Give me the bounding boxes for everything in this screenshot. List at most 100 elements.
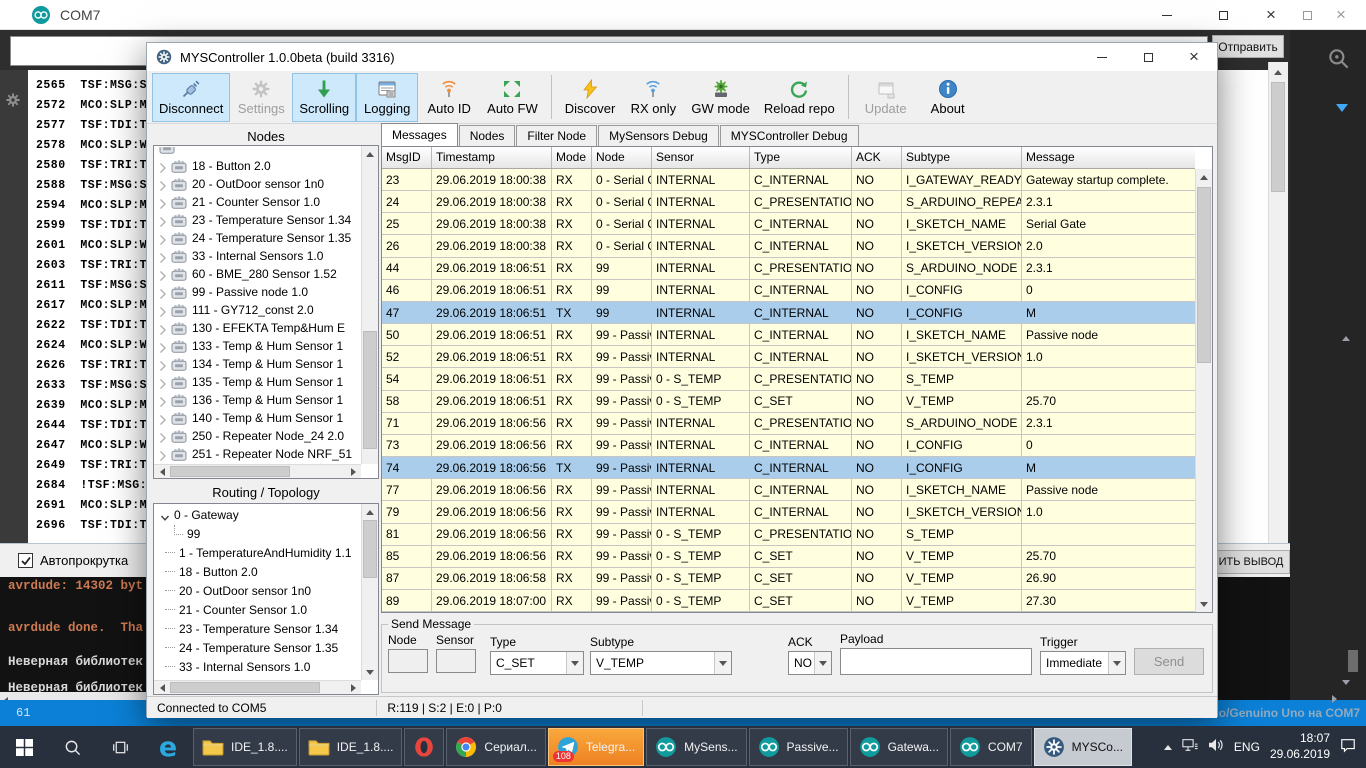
chevron-down-icon[interactable] xyxy=(1336,104,1348,112)
table-row-msg-26[interactable]: 2629.06.2019 18:00:38RX0 - Serial GINTER… xyxy=(382,235,1195,257)
scroll-up-icon[interactable] xyxy=(1342,336,1350,341)
table-row-msg-81[interactable]: 8129.06.2019 18:06:56RX99 - Passiv0 - S_… xyxy=(382,524,1195,546)
routing-item-99[interactable]: 99 xyxy=(155,524,360,543)
com7-minimize-button[interactable] xyxy=(1152,6,1182,23)
column-header-node[interactable]: Node xyxy=(592,147,652,168)
table-vscrollbar[interactable] xyxy=(1195,169,1212,612)
table-row-msg-24[interactable]: 2429.06.2019 18:00:38RX0 - Serial GINTER… xyxy=(382,191,1195,213)
toolbar-button-discover[interactable]: Discover xyxy=(558,73,623,122)
toolbar-button-disconnect[interactable]: Disconnect xyxy=(152,73,230,122)
column-header-message[interactable]: Message xyxy=(1022,147,1195,168)
toolbar-button-update[interactable]: Update xyxy=(855,73,917,122)
network-icon[interactable] xyxy=(1182,737,1198,758)
table-row-msg-77[interactable]: 7729.06.2019 18:06:56RX99 - PassivINTERN… xyxy=(382,479,1195,501)
tab-messages[interactable]: Messages xyxy=(381,123,458,146)
clock[interactable]: 18:07 29.06.2019 xyxy=(1270,731,1330,762)
toolbar-button-auto-id[interactable]: Auto ID xyxy=(418,73,480,122)
toolbar-button-gw-mode[interactable]: GW mode xyxy=(684,73,757,122)
table-row-msg-89[interactable]: 8929.06.2019 18:07:00RX99 - Passiv0 - S_… xyxy=(382,590,1195,612)
taskbar-button-ide-1-8[interactable]: IDE_1.8.... xyxy=(299,728,403,766)
send-button[interactable]: Send xyxy=(1134,648,1204,675)
tree-item-node-111[interactable]: 111 - GY712_const 2.0 xyxy=(155,301,360,319)
taskbar-button-opera[interactable] xyxy=(404,728,444,766)
tree-item-node-21[interactable]: 21 - Counter Sensor 1.0 xyxy=(155,193,360,211)
table-row-msg-44[interactable]: 4429.06.2019 18:06:51RX99INTERNALC_PRESE… xyxy=(382,258,1195,280)
app-titlebar[interactable]: MYSController 1.0.0beta (build 3316) × xyxy=(147,43,1217,71)
tree-item-node-136[interactable]: 136 - Temp & Hum Sensor 1 xyxy=(155,391,360,409)
routing-item-23-temperature-sensor-1-34[interactable]: 23 - Temperature Sensor 1.34 xyxy=(155,619,360,638)
tree-item-node-135[interactable]: 135 - Temp & Hum Sensor 1 xyxy=(155,373,360,391)
table-row-msg-71[interactable]: 7129.06.2019 18:06:56RX99 - PassivINTERN… xyxy=(382,413,1195,435)
toolbar-button-scrolling[interactable]: Scrolling xyxy=(292,73,356,122)
tree-item-node-33[interactable]: 33 - Internal Sensors 1.0 xyxy=(155,247,360,265)
serial-monitor-icon[interactable] xyxy=(1326,46,1352,72)
nodes-tree-vscrollbar[interactable] xyxy=(361,146,378,464)
com7-close-button[interactable]: × xyxy=(1256,5,1286,25)
com7-scrollbar[interactable] xyxy=(1268,62,1288,543)
table-row-msg-23[interactable]: 2329.06.2019 18:00:38RX0 - Serial GINTER… xyxy=(382,169,1195,191)
edge-icon[interactable]: e xyxy=(144,726,192,768)
tab-nodes[interactable]: Nodes xyxy=(459,125,516,146)
table-row-msg-79[interactable]: 7929.06.2019 18:06:56RX99 - PassivINTERN… xyxy=(382,501,1195,523)
routing-item-1-temperatureandhumidity-1-1[interactable]: 1 - TemperatureAndHumidity 1.1 xyxy=(155,543,360,562)
routing-item-24-temperature-sensor-1-35[interactable]: 24 - Temperature Sensor 1.35 xyxy=(155,638,360,657)
toolbar-button-settings[interactable]: Settings xyxy=(230,73,292,122)
routing-item-20-outdoor-sensor-1n0[interactable]: 20 - OutDoor sensor 1n0 xyxy=(155,581,360,600)
notification-icon[interactable] xyxy=(1340,737,1356,758)
search-icon[interactable] xyxy=(48,726,96,768)
type-select[interactable]: C_SET xyxy=(490,651,584,675)
table-row-msg-74[interactable]: 7429.06.2019 18:06:56TX99 - PassivINTERN… xyxy=(382,457,1195,479)
trigger-select[interactable]: Immediate xyxy=(1040,651,1126,675)
column-header-subtype[interactable]: Subtype xyxy=(902,147,1022,168)
tree-item-node-60[interactable]: 60 - BME_280 Sensor 1.52 xyxy=(155,265,360,283)
tree-item-node-140[interactable]: 140 - Temp & Hum Sensor 1 xyxy=(155,409,360,427)
toolbar-button-auto-fw[interactable]: Auto FW xyxy=(480,73,545,122)
background-restore-button[interactable] xyxy=(1292,6,1322,23)
taskbar-button-passive[interactable]: Passive... xyxy=(749,728,848,766)
table-row-msg-46[interactable]: 4629.06.2019 18:06:51RX99INTERNALC_INTER… xyxy=(382,280,1195,302)
routing-item-33-internal-sensors-1-0[interactable]: 33 - Internal Sensors 1.0 xyxy=(155,657,360,676)
table-row-msg-47[interactable]: 4729.06.2019 18:06:51TX99INTERNALC_INTER… xyxy=(382,302,1195,324)
table-row-msg-73[interactable]: 7329.06.2019 18:06:56RX99 - PassivINTERN… xyxy=(382,435,1195,457)
scroll-right-icon[interactable] xyxy=(1332,695,1337,703)
column-header-msgid[interactable]: MsgID xyxy=(382,147,432,168)
tab-mysensors-debug[interactable]: MySensors Debug xyxy=(598,125,719,146)
table-row-msg-54[interactable]: 5429.06.2019 18:06:51RX99 - Passiv0 - S_… xyxy=(382,368,1195,390)
tree-item-node-130[interactable]: 130 - EFEKTA Temp&Hum E xyxy=(155,319,360,337)
tray-expand-icon[interactable] xyxy=(1164,745,1172,750)
taskbar-button-com7[interactable]: COM7 xyxy=(950,728,1032,766)
com7-send-button[interactable]: Отправить xyxy=(1212,35,1284,58)
toolbar-button-rx-only[interactable]: RX only xyxy=(622,73,684,122)
app-minimize-button[interactable] xyxy=(1079,43,1125,71)
start-button[interactable] xyxy=(0,726,48,768)
column-header-ack[interactable]: ACK xyxy=(852,147,902,168)
tree-item-node-250[interactable]: 250 - Repeater Node_24 2.0 xyxy=(155,427,360,445)
routing-item-21-counter-sensor-1-0[interactable]: 21 - Counter Sensor 1.0 xyxy=(155,600,360,619)
ack-select[interactable]: NO xyxy=(788,651,832,675)
autoscroll-checkbox[interactable] xyxy=(18,553,33,568)
sensor-input[interactable] xyxy=(436,649,476,673)
scrollbar-thumb[interactable] xyxy=(1348,650,1358,672)
toolbar-button-logging[interactable]: Logging xyxy=(356,73,418,122)
tree-item-node-99[interactable]: 99 - Passive node 1.0 xyxy=(155,283,360,301)
table-row-msg-87[interactable]: 8729.06.2019 18:06:58RX99 - Passiv0 - S_… xyxy=(382,568,1195,590)
app-maximize-button[interactable] xyxy=(1125,43,1171,71)
tree-item-node-251[interactable]: 251 - Repeater Node NRF_51 xyxy=(155,445,360,463)
column-header-sensor[interactable]: Sensor xyxy=(652,147,750,168)
tree-item-node-133[interactable]: 133 - Temp & Hum Sensor 1 xyxy=(155,337,360,355)
taskbar-button-ide-1-8[interactable]: IDE_1.8.... xyxy=(193,728,297,766)
tree-item-node-20[interactable]: 20 - OutDoor sensor 1n0 xyxy=(155,175,360,193)
routing-item-18-button-2-0[interactable]: 18 - Button 2.0 xyxy=(155,562,360,581)
toolbar-button-reload-repo[interactable]: Reload repo xyxy=(757,73,842,122)
app-close-button[interactable]: × xyxy=(1171,43,1217,71)
table-row-msg-52[interactable]: 5229.06.2019 18:06:51RX99 - PassivINTERN… xyxy=(382,346,1195,368)
taskbar-button-mysens[interactable]: MySens... xyxy=(646,728,746,766)
taskbar-button-gatewa[interactable]: Gatewa... xyxy=(850,728,948,766)
tab-filter-node[interactable]: Filter Node xyxy=(516,125,597,146)
table-row-msg-25[interactable]: 2529.06.2019 18:00:38RX0 - Serial GINTER… xyxy=(382,213,1195,235)
nodes-tree-hscrollbar[interactable] xyxy=(154,464,361,478)
routing-tree-vscrollbar[interactable] xyxy=(361,504,378,680)
tree-item-node-24[interactable]: 24 - Temperature Sensor 1.35 xyxy=(155,229,360,247)
task-view-icon[interactable] xyxy=(96,726,144,768)
table-row-msg-58[interactable]: 5829.06.2019 18:06:51RX99 - Passiv0 - S_… xyxy=(382,391,1195,413)
